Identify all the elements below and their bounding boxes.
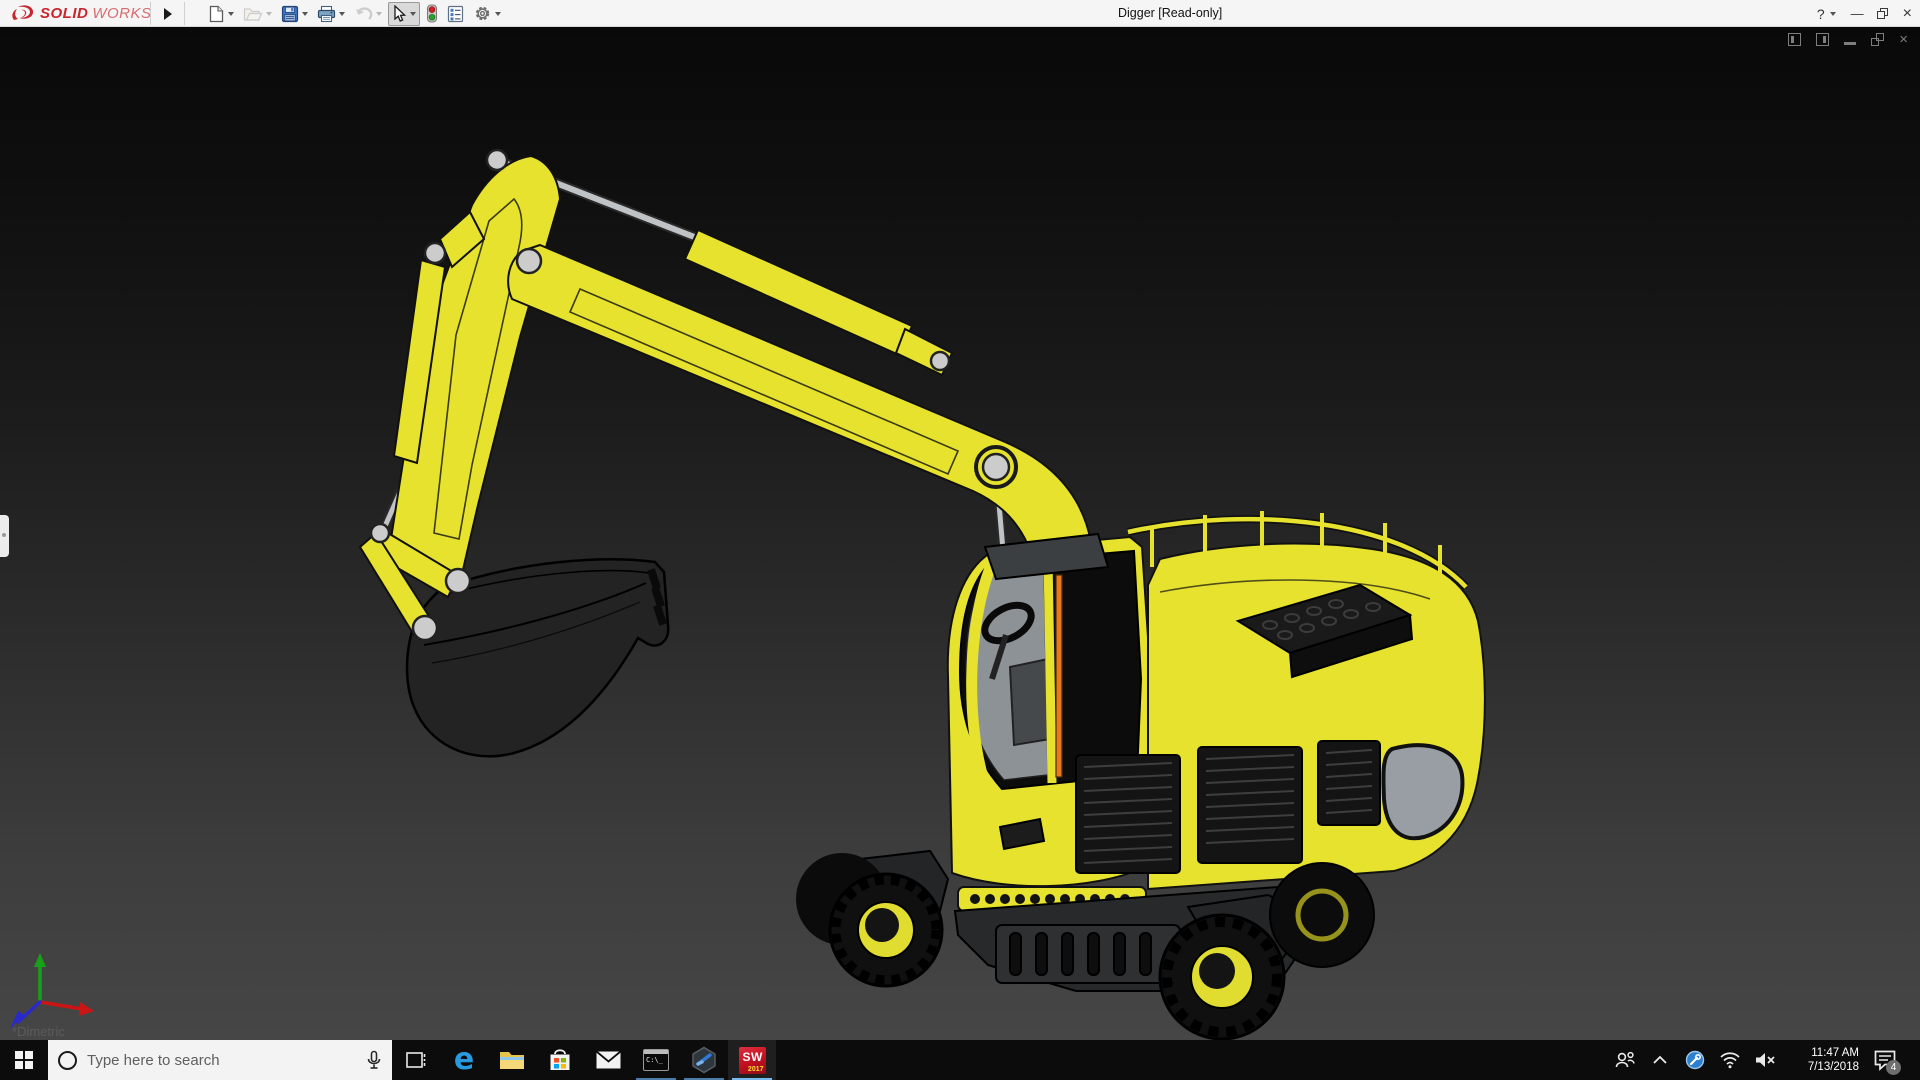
- action-center-button[interactable]: 4: [1868, 1040, 1902, 1080]
- tray-chevron-up-icon[interactable]: [1647, 1055, 1673, 1065]
- orientation-triad: [10, 953, 94, 1029]
- select-tool-button[interactable]: [388, 2, 420, 26]
- brand-text-works: WORKS: [92, 5, 151, 22]
- file-explorer-icon: [498, 1048, 526, 1072]
- select-cursor-icon: [392, 5, 407, 23]
- help-icon: ?: [1817, 6, 1825, 22]
- solidworks-window: SOLID WORKS: [0, 0, 1920, 1080]
- save-button[interactable]: [278, 2, 311, 26]
- window-controls: ? — ×: [1817, 0, 1912, 27]
- taskbar-app-file-explorer[interactable]: [488, 1040, 536, 1080]
- taskbar-app-store[interactable]: [536, 1040, 584, 1080]
- clock-date: 7/13/2018: [1787, 1060, 1859, 1074]
- mail-icon: [595, 1049, 622, 1071]
- print-button[interactable]: [314, 2, 348, 26]
- command-prompt-icon: C:\_: [643, 1049, 669, 1071]
- open-folder-icon: [243, 5, 263, 23]
- start-button[interactable]: [0, 1040, 48, 1080]
- microphone-icon[interactable]: [366, 1050, 382, 1070]
- search-input[interactable]: [87, 1052, 356, 1069]
- open-dropdown[interactable]: [266, 12, 272, 16]
- close-button[interactable]: ×: [1903, 5, 1912, 23]
- file-properties-button[interactable]: [444, 2, 467, 26]
- toolbar-flyout-button[interactable]: [158, 3, 178, 24]
- rebuild-trafficlight-icon: [426, 4, 438, 23]
- system-tray: 11:47 AM 7/13/2018 4: [1612, 1040, 1920, 1080]
- taskbar-app-solidworks[interactable]: SW 2017: [728, 1040, 776, 1080]
- store-icon: [547, 1047, 573, 1073]
- window-title: Digger [Read-only]: [1118, 0, 1222, 27]
- notification-badge: 4: [1886, 1060, 1901, 1075]
- graphics-viewport[interactable]: ×: [0, 27, 1920, 1040]
- digger-3d-model[interactable]: [0, 27, 1920, 1040]
- undo-button[interactable]: [351, 2, 385, 26]
- options-gear-icon: [473, 4, 492, 23]
- door-stripe: [1056, 575, 1062, 777]
- 3ds-logo-icon: [10, 4, 36, 24]
- wheel-front-right: [1160, 915, 1284, 1039]
- rebuild-button[interactable]: [423, 2, 441, 26]
- task-view-button[interactable]: [392, 1040, 440, 1080]
- toolbar-separator-2: [184, 2, 185, 25]
- people-icon[interactable]: [1612, 1050, 1638, 1070]
- taskbar-app-edge[interactable]: e: [440, 1040, 488, 1080]
- undo-dropdown[interactable]: [376, 12, 382, 16]
- options-button[interactable]: [470, 2, 504, 26]
- clock-time: 11:47 AM: [1787, 1046, 1859, 1060]
- wifi-icon[interactable]: [1717, 1051, 1743, 1069]
- taskbar-app-command-prompt[interactable]: C:\_: [632, 1040, 680, 1080]
- new-document-dropdown[interactable]: [228, 12, 234, 16]
- solidworks-logo: SOLID WORKS: [10, 0, 152, 27]
- tray-clock[interactable]: 11:47 AM 7/13/2018: [1787, 1046, 1859, 1074]
- restore-button[interactable]: [1877, 8, 1888, 19]
- save-dropdown[interactable]: [302, 12, 308, 16]
- new-document-button[interactable]: [205, 2, 237, 26]
- task-view-icon: [404, 1048, 428, 1072]
- help-button[interactable]: ?: [1817, 6, 1836, 22]
- taskbar-search[interactable]: [48, 1040, 392, 1080]
- print-dropdown[interactable]: [339, 12, 345, 16]
- wheel-rear-right: [1270, 863, 1374, 967]
- select-dropdown[interactable]: [410, 12, 416, 16]
- taskbar-app-mail[interactable]: [584, 1040, 632, 1080]
- titlebar: SOLID WORKS: [0, 0, 1920, 27]
- tray-security-icon[interactable]: [1682, 1050, 1708, 1070]
- help-dropdown[interactable]: [1830, 12, 1836, 16]
- view-orientation-label: *Dimetric: [12, 1024, 65, 1039]
- cortana-icon: [58, 1051, 77, 1070]
- flyout-arrow-icon: [164, 8, 172, 20]
- standard-toolbar: [205, 0, 504, 27]
- print-icon: [317, 5, 336, 23]
- volume-muted-icon[interactable]: [1752, 1051, 1778, 1069]
- solidworks-2017-icon: SW 2017: [739, 1047, 766, 1074]
- open-button[interactable]: [240, 2, 275, 26]
- options-dropdown[interactable]: [495, 12, 501, 16]
- edge-icon: e: [454, 1045, 474, 1075]
- brand-text-solid: SOLID: [40, 5, 88, 22]
- wheel-front-left: [830, 874, 942, 986]
- new-document-icon: [208, 5, 225, 23]
- file-properties-icon: [447, 5, 464, 23]
- minimize-button[interactable]: —: [1851, 6, 1862, 21]
- toolbar-separator: [150, 2, 151, 25]
- hexagon-app-icon: [690, 1046, 718, 1074]
- save-floppy-icon: [281, 5, 299, 23]
- taskbar-app-hexagon[interactable]: [680, 1040, 728, 1080]
- windows-logo-icon: [15, 1051, 33, 1069]
- windows-taskbar: e: [0, 1040, 1920, 1080]
- undo-icon: [354, 5, 373, 22]
